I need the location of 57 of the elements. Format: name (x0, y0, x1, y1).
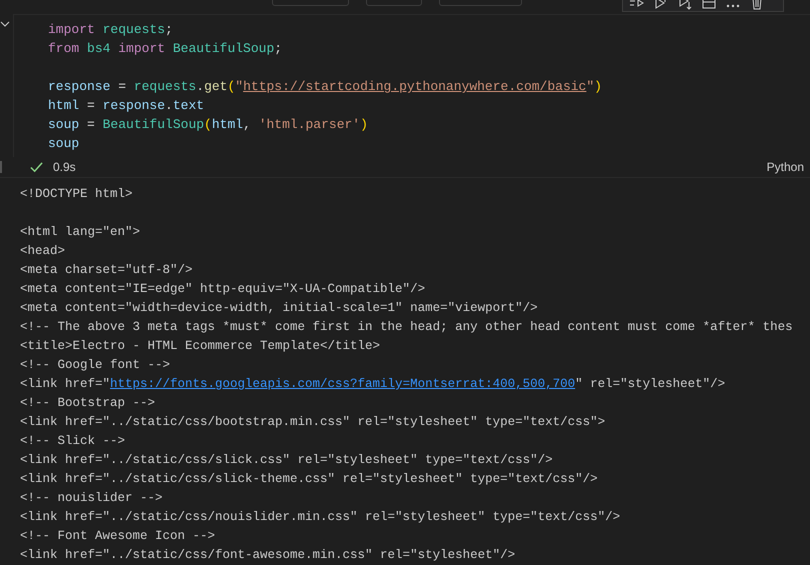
output-text: <link href="../static/css/font-awesome.min.css" rel="stylesheet"/> (20, 548, 516, 562)
output-text: <link href=" (20, 377, 110, 391)
output-text: <link href="../static/css/slick.css" rel="stylesheet" type="text/css"/> (20, 453, 553, 467)
code-name: requests (102, 22, 166, 37)
code-bracket: ( (204, 117, 212, 132)
code-text: = (86, 117, 96, 132)
code-bracket: ) (594, 79, 602, 94)
output-text: <!-- Bootstrap --> (20, 396, 156, 410)
output-text: <link href="../static/css/nouislider.min.css" rel="stylesheet" type="text/css"/> (20, 510, 620, 524)
output-text: <link href="../static/css/bootstrap.min.css" rel="stylesheet" type="text/css"> (20, 415, 606, 429)
code-keyword: import (48, 22, 95, 37)
code-text: = (86, 98, 96, 113)
code-keyword: from (48, 41, 80, 56)
output-text: <!-- Slick --> (20, 434, 126, 448)
code-text: ; (165, 22, 173, 37)
code-string: " (235, 79, 244, 94)
output-text: <!DOCTYPE html> (20, 187, 133, 201)
code-cell[interactable]: import requests; from bs4 import BeautifulSoup; response = requests.get("https://startcoding.pythonanywhere.com/basic") html = response.text soup = BeautifulSoup(html, 'html.parser') soup (13, 14, 810, 157)
output-text: <!-- Google font --> (20, 358, 170, 372)
output-text: <html lang="en"> (20, 225, 140, 239)
output-text: <!-- The above 3 meta tags *must* come first in the head; any other head content must come *after* thes (20, 320, 793, 334)
collapse-chevron-icon[interactable] (0, 19, 10, 29)
output-link[interactable]: https://fonts.googleapis.com/css?family=Montserrat:400,500,700 (110, 377, 576, 391)
code-variable: response (102, 98, 166, 113)
code-text: = (117, 79, 128, 94)
code-bracket: ( (227, 79, 236, 94)
output-text: <!-- nouislider --> (20, 491, 163, 505)
code-text: . (165, 98, 173, 113)
code-string: " (586, 79, 594, 94)
output-text: " rel="stylesheet"/> (575, 377, 726, 391)
code-bracket: ) (360, 117, 368, 132)
output-text: <meta content="width=device-width, initial-scale=1" name="viewport"/> (20, 301, 538, 315)
code-variable: html (212, 117, 244, 132)
code-text: ; (274, 41, 282, 56)
output-text: <head> (20, 244, 66, 258)
kernel-language[interactable]: Python (766, 160, 804, 174)
output-text: <link href="../static/css/slick-theme.css" rel="stylesheet" type="text/css"/> (20, 472, 598, 486)
output-text: <title>Electro - HTML Ecommerce Template</title> (20, 339, 380, 353)
output-text: <meta charset="utf-8"/> (20, 263, 193, 277)
code-string: 'html.parser' (258, 117, 360, 132)
output-text: <!-- Font Awesome Icon --> (20, 529, 216, 543)
execution-time: 0.9s (53, 160, 76, 174)
code-variable: response (48, 79, 110, 94)
code-name: requests (134, 79, 196, 94)
code-variable: soup (48, 136, 80, 151)
code-keyword: import (117, 41, 166, 56)
code-link: https://startcoding.pythonanywhere.com/basic (243, 79, 586, 94)
code-text: . (196, 79, 204, 94)
code-variable: html (48, 98, 80, 113)
code-variable: soup (48, 117, 80, 132)
output-text: <meta content="IE=edge" http-equiv="X-UA-Compatible"/> (20, 282, 426, 296)
code-name: BeautifulSoup (102, 117, 204, 132)
code-function: get (204, 79, 228, 94)
code-name: bs4 (86, 41, 110, 56)
code-variable: text (172, 98, 204, 113)
code-name: BeautifulSoup (172, 41, 274, 56)
code-text: , (243, 117, 252, 132)
